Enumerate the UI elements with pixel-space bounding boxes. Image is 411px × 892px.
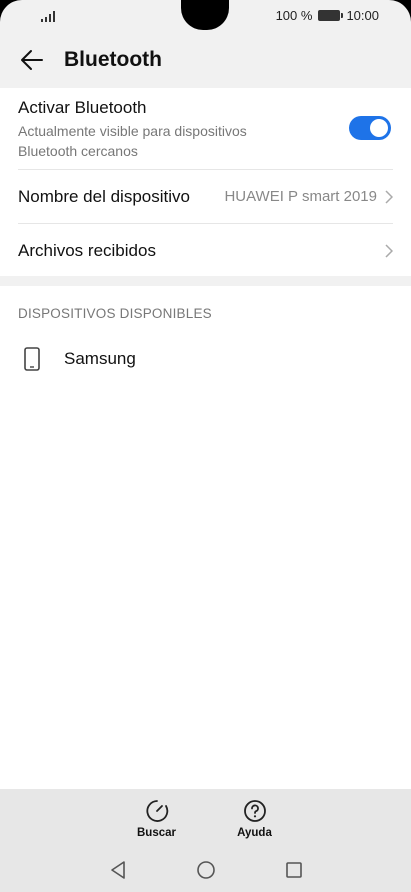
chevron-right-icon [385,244,393,258]
bottom-action-bar: Buscar Ayuda [0,789,411,847]
bluetooth-settings-card: Activar Bluetooth Actualmente visible pa… [0,88,411,276]
clock: 10:00 [346,8,379,23]
search-refresh-icon [145,800,168,822]
device-item-samsung[interactable]: Samsung [0,336,411,382]
back-triangle-icon [110,860,125,879]
system-nav-bar [0,847,411,892]
bluetooth-toggle-row: Activar Bluetooth Actualmente visible pa… [18,88,393,170]
status-right: 100 % 10:00 [276,8,379,23]
status-bar: 100 % 10:00 [0,0,411,32]
nav-recents-button[interactable] [281,857,307,883]
arrow-left-icon [21,50,43,70]
available-devices-header: DISPOSITIVOS DISPONIBLES [18,306,212,321]
bluetooth-toggle-label: Activar Bluetooth [18,98,147,117]
battery-icon [318,10,344,21]
nav-home-button[interactable] [193,857,219,883]
nav-back-button[interactable] [105,857,131,883]
switch-knob [370,119,388,137]
visibility-description: Actualmente visible para dispositivos Bl… [18,123,247,159]
screen: 100 % 10:00 Bluetooth Activar Bluetooth … [0,0,411,892]
page-title: Bluetooth [64,48,162,71]
back-button[interactable] [0,32,64,88]
device-name-value: HUAWEI P smart 2019 [224,188,377,205]
bluetooth-switch[interactable] [349,116,391,140]
search-button[interactable]: Buscar [131,789,183,847]
device-name-label: Nombre del dispositivo [18,186,190,206]
phone-icon [0,347,64,371]
device-name: Samsung [64,349,136,368]
app-bar: Bluetooth [0,32,411,88]
camera-notch [181,0,229,30]
search-label: Buscar [137,827,176,839]
available-devices-card: DISPOSITIVOS DISPONIBLES Samsung [0,286,411,789]
help-label: Ayuda [237,827,272,839]
recents-square-icon [285,861,302,878]
battery-percent: 100 % [275,8,313,23]
received-files-row[interactable]: Archivos recibidos [18,224,393,278]
chevron-right-icon [385,189,393,204]
home-circle-icon [196,860,215,879]
received-files-label: Archivos recibidos [18,241,156,260]
help-button[interactable]: Ayuda [229,789,281,847]
signal-icon [41,11,55,22]
help-icon [243,800,266,822]
device-name-row[interactable]: Nombre del dispositivo HUAWEI P smart 20… [18,170,393,224]
